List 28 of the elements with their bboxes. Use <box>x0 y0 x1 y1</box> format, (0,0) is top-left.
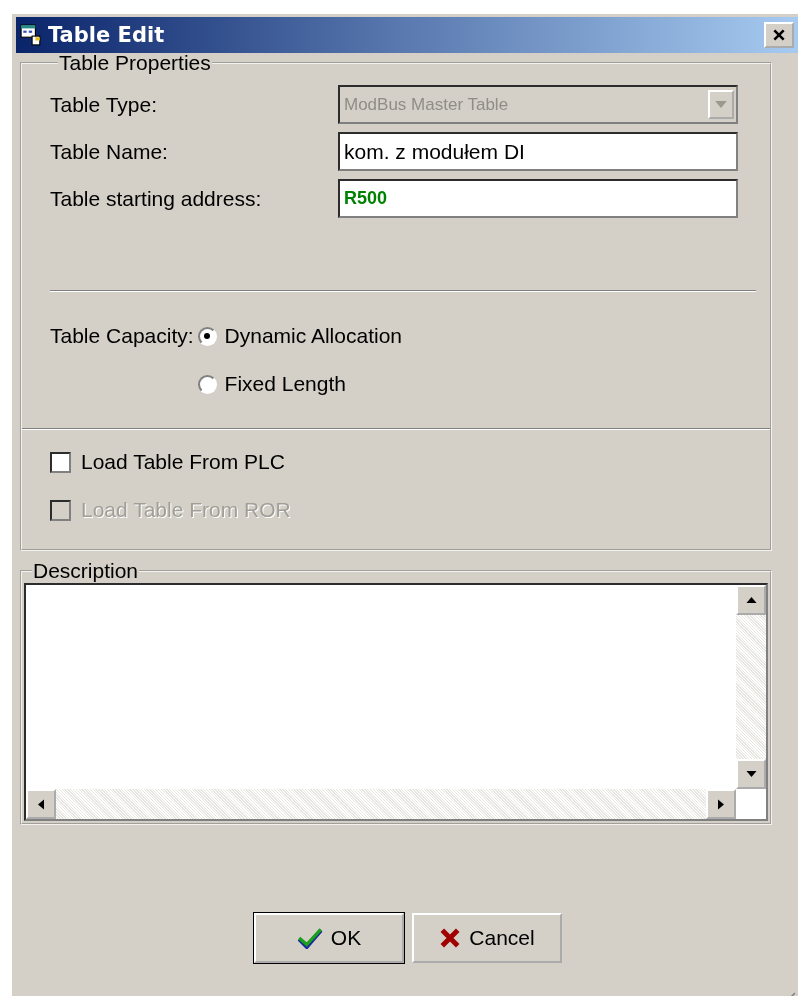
checkmark-icon <box>296 927 323 949</box>
field-label: Table Type: <box>50 92 159 117</box>
ok-button[interactable]: OK <box>254 913 404 963</box>
close-icon <box>772 28 786 42</box>
scroll-up-icon[interactable] <box>736 585 766 615</box>
cross-icon <box>439 927 462 949</box>
radio-label[interactable]: Dynamic Allocation <box>224 324 402 348</box>
scroll-down-icon[interactable] <box>736 759 766 789</box>
vertical-scrollbar[interactable] <box>736 585 766 789</box>
window-title: Table Edit <box>48 23 166 47</box>
name-field[interactable]: kom. z modułem DI <box>338 132 738 171</box>
radio-button[interactable] <box>197 374 217 394</box>
radio-button[interactable] <box>197 326 217 346</box>
close-button[interactable] <box>764 22 794 48</box>
group-label: Description <box>32 559 140 583</box>
horizontal-scrollbar[interactable] <box>26 789 736 819</box>
radio-label[interactable]: Fixed Length <box>224 372 346 396</box>
group-label: Table Properties <box>58 51 212 75</box>
field-label: Table Capacity: <box>50 323 195 349</box>
table-icon <box>20 24 42 46</box>
checkbox[interactable] <box>50 451 71 473</box>
field-label: Table Name: <box>50 139 169 164</box>
scroll-left-icon[interactable] <box>26 789 56 819</box>
cancel-button[interactable]: Cancel <box>412 913 562 963</box>
address-field[interactable]: R500 <box>338 179 738 218</box>
scroll-right-icon[interactable] <box>706 789 736 819</box>
field-label: Table starting address: <box>50 186 263 211</box>
checkbox-label[interactable]: Load Table From PLC <box>81 450 285 474</box>
